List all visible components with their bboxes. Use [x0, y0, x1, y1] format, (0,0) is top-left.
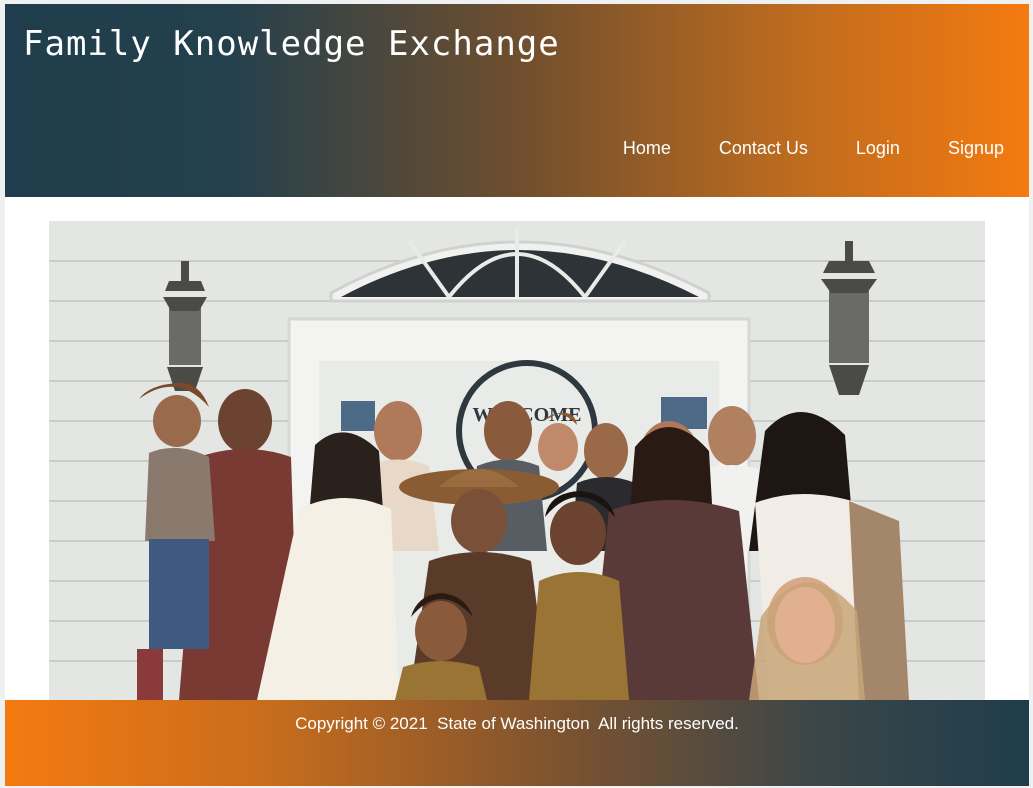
- hero-family-photo: WELCOME: [49, 221, 985, 700]
- nav-contact-us-link[interactable]: Contact Us: [695, 138, 832, 159]
- nav-login-link[interactable]: Login: [832, 138, 924, 159]
- site-title: Family Knowledge Exchange: [23, 24, 560, 64]
- nav-signup-link[interactable]: Signup: [924, 138, 1029, 159]
- main-nav: Home Contact Us Login Signup: [599, 138, 1029, 159]
- page-frame: Family Knowledge Exchange Home Contact U…: [5, 4, 1029, 786]
- site-footer: Copyright © 2021 State of Washington All…: [5, 700, 1029, 786]
- copyright-text: Copyright © 2021 State of Washington All…: [295, 714, 739, 733]
- nav-home-link[interactable]: Home: [599, 138, 695, 159]
- site-header: Family Knowledge Exchange Home Contact U…: [5, 4, 1029, 197]
